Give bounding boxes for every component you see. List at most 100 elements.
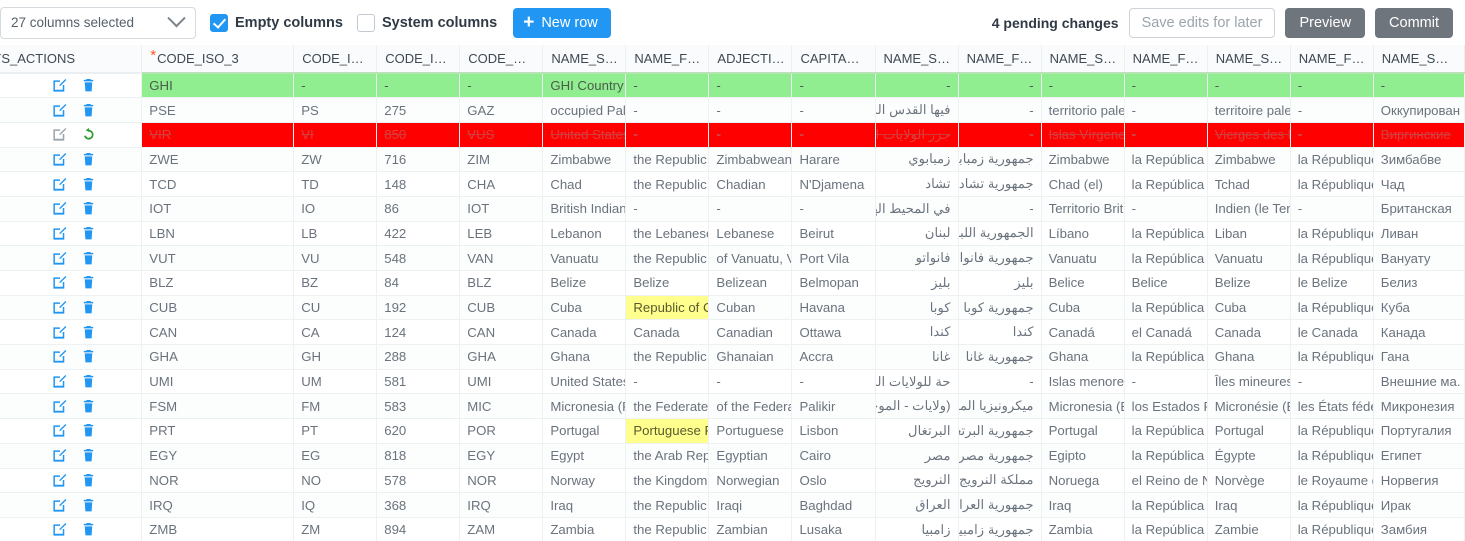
table-cell[interactable]: Zambie xyxy=(1207,517,1291,541)
table-cell[interactable]: Британская xyxy=(1373,196,1465,222)
table-cell[interactable]: - xyxy=(708,369,793,395)
trash-icon[interactable] xyxy=(81,300,96,315)
table-row[interactable]: IRQ IQ 368 IRQ Iraq the Republic Iraqi Baghdad ا… xyxy=(0,492,1465,518)
table-cell[interactable]: Канада xyxy=(1373,319,1465,346)
trash-icon[interactable] xyxy=(81,275,96,290)
table-cell[interactable]: territorio pale xyxy=(1041,97,1125,123)
edit-pencil-icon[interactable] xyxy=(52,473,67,488)
table-cell[interactable]: la República xyxy=(1124,245,1208,271)
table-cell[interactable]: فيها القدس الشرقية xyxy=(875,97,959,123)
table-cell[interactable]: 850 xyxy=(376,122,461,148)
table-cell[interactable]: - xyxy=(791,196,876,222)
table-cell[interactable]: - xyxy=(958,97,1042,123)
edit-pencil-icon[interactable] xyxy=(52,78,67,93)
table-cell[interactable]: CAN xyxy=(141,319,295,346)
column-header-name_f_es[interactable]: NAME_F… xyxy=(1124,45,1208,74)
table-cell[interactable]: Zambia xyxy=(542,517,627,541)
table-cell[interactable]: Canada xyxy=(542,319,627,346)
table-cell[interactable]: Chadian xyxy=(708,171,793,197)
table-cell[interactable]: POR xyxy=(459,418,544,444)
table-cell[interactable]: Belize xyxy=(625,270,710,296)
table-cell[interactable]: - xyxy=(791,122,876,148)
table-cell[interactable]: البرتغال xyxy=(875,418,959,444)
edit-pencil-icon[interactable] xyxy=(52,522,67,537)
table-cell[interactable]: كندا xyxy=(875,319,959,346)
table-cell[interactable]: - xyxy=(791,73,876,99)
table-cell[interactable]: كوبا xyxy=(875,295,959,321)
table-cell[interactable]: تشاد xyxy=(875,171,959,197)
table-cell[interactable]: EG xyxy=(293,443,378,469)
edit-pencil-icon[interactable] xyxy=(52,325,67,340)
table-cell[interactable]: Micronésie (É xyxy=(1207,393,1291,420)
table-row[interactable]: NOR NO 578 NOR Norway the Kingdom Norwegian Osl… xyxy=(0,468,1465,494)
table-cell[interactable]: 894 xyxy=(376,517,461,541)
table-cell[interactable]: TD xyxy=(293,171,378,197)
table-cell[interactable]: - xyxy=(376,73,461,99)
column-header-code_iso_3[interactable]: *CODE_ISO_3 xyxy=(141,45,295,74)
table-cell[interactable]: Ghana xyxy=(1207,344,1291,370)
trash-icon[interactable] xyxy=(81,423,96,438)
table-cell[interactable]: Chad xyxy=(542,171,627,197)
table-cell[interactable]: Внешние ма. xyxy=(1373,369,1465,395)
column-header-code_c[interactable]: CODE_… xyxy=(459,45,544,74)
table-cell[interactable]: la République xyxy=(1290,171,1374,197)
empty-columns-checkbox[interactable] xyxy=(210,13,228,32)
table-cell[interactable]: Islas menores xyxy=(1041,369,1125,395)
table-cell[interactable]: في المحيط الهندي , xyxy=(875,196,959,222)
table-cell[interactable]: فانواتو xyxy=(875,245,959,271)
table-cell[interactable]: VU xyxy=(293,245,378,271)
table-cell[interactable]: 818 xyxy=(376,443,461,469)
column-selector-dropdown[interactable]: 27 columns selected xyxy=(0,6,196,39)
table-cell[interactable]: CHA xyxy=(459,171,544,197)
table-cell[interactable]: - xyxy=(293,73,378,99)
table-cell[interactable]: Belize xyxy=(542,270,627,296)
table-cell[interactable]: جمهورية العراق xyxy=(958,492,1042,518)
table-cell[interactable]: Indien (le Terr xyxy=(1207,196,1291,222)
table-cell[interactable]: VI xyxy=(293,122,378,148)
data-grid[interactable]: SYS_ACTIONS *CODE_ISO_3 CODE_I… CODE_I… CODE… xyxy=(0,45,1465,541)
edit-pencil-icon[interactable] xyxy=(52,226,67,241)
table-cell[interactable]: Lebanon xyxy=(542,221,627,247)
table-cell[interactable]: la République xyxy=(1290,517,1374,541)
table-cell[interactable]: the Lebanese xyxy=(625,221,710,247)
column-header-name_s_fr[interactable]: NAME_S… xyxy=(1207,45,1291,74)
table-cell[interactable]: 84 xyxy=(376,270,461,296)
column-header-name_s_ar[interactable]: NAME_S… xyxy=(875,45,959,74)
table-row[interactable]: VIR VI 850 VUS United States - - - جزر الولايات … xyxy=(0,122,1465,148)
edit-pencil-icon[interactable] xyxy=(52,374,67,389)
table-cell[interactable]: LEB xyxy=(459,221,544,247)
table-cell[interactable]: el Canadá xyxy=(1124,319,1208,346)
table-cell[interactable]: Canada xyxy=(625,319,710,346)
table-cell[interactable]: - xyxy=(625,196,710,222)
table-cell[interactable]: N'Djamena xyxy=(791,171,876,197)
table-cell[interactable]: la République xyxy=(1290,295,1374,321)
table-cell[interactable]: IOT xyxy=(459,196,544,222)
table-row[interactable]: VUT VU 548 VAN Vanuatu the Republic of Vanuatu… xyxy=(0,245,1465,271)
table-cell[interactable]: Liban xyxy=(1207,221,1291,247)
table-cell[interactable]: - xyxy=(958,196,1042,222)
empty-columns-toggle[interactable]: Empty columns xyxy=(210,13,343,32)
table-cell[interactable]: زامبيا xyxy=(875,517,959,541)
trash-icon[interactable] xyxy=(81,152,96,167)
column-header-actions[interactable]: SYS_ACTIONS xyxy=(0,45,143,74)
table-cell[interactable]: Vanuatu xyxy=(542,245,627,271)
table-cell[interactable]: جمهورية كوبا xyxy=(958,295,1042,321)
table-cell[interactable]: la République xyxy=(1290,418,1374,444)
column-header-code_i_b[interactable]: CODE_I… xyxy=(376,45,461,74)
table-row[interactable]: IOTIO86IOTBritish Indian---في المحيط اله… xyxy=(0,196,1465,222)
table-cell[interactable]: les États fédé xyxy=(1290,393,1374,420)
table-cell[interactable]: Harare xyxy=(791,147,876,173)
table-row[interactable]: PRT PT 620 POR Portugal Portuguese R Portugues… xyxy=(0,418,1465,444)
table-cell[interactable]: Portugal xyxy=(1041,418,1125,444)
table-cell[interactable]: la République xyxy=(1290,492,1374,518)
table-cell[interactable]: IRQ xyxy=(141,492,295,518)
table-cell[interactable]: Canadian xyxy=(708,319,793,346)
table-cell[interactable]: - xyxy=(958,73,1042,99)
table-cell[interactable]: Ottawa xyxy=(791,319,876,346)
table-cell[interactable]: the Arab Rep xyxy=(625,443,710,469)
table-cell[interactable]: Baghdad xyxy=(791,492,876,518)
table-cell[interactable]: Égypte xyxy=(1207,443,1291,469)
table-cell[interactable]: 581 xyxy=(376,369,461,395)
table-cell[interactable]: Ирак xyxy=(1373,492,1465,518)
table-cell[interactable]: GH xyxy=(293,344,378,370)
